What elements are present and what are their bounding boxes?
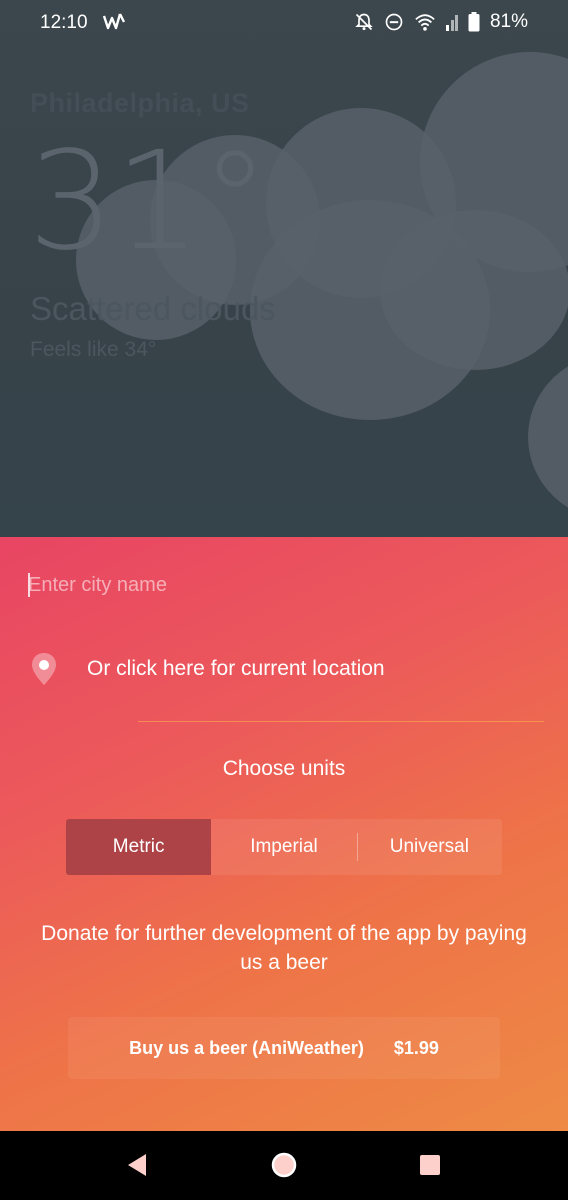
donate-text: Donate for further development of the ap…: [41, 922, 527, 974]
unit-imperial-button[interactable]: Imperial: [211, 819, 356, 875]
wifi-icon: [414, 12, 436, 32]
unit-universal-button[interactable]: Universal: [356, 819, 502, 875]
battery-percent: 81%: [489, 11, 528, 32]
back-icon[interactable]: [124, 1151, 150, 1184]
navigation-bar: [0, 1131, 568, 1200]
signal-icon: [445, 13, 458, 31]
temperature: 31°: [28, 123, 270, 281]
city-search-input[interactable]: [28, 567, 528, 603]
activity-icon: [102, 10, 126, 40]
status-bar: 12:10 81%: [0, 0, 568, 46]
location-pin-icon: [30, 651, 58, 692]
current-location-label: Or click here for current location: [87, 657, 385, 680]
units-title: Choose units: [222, 757, 346, 780]
buy-beer-label: Buy us a beer (AniWeather): [129, 1037, 364, 1058]
divider: [138, 721, 544, 722]
recents-icon[interactable]: [418, 1151, 442, 1184]
city-name: Philadelphia, US: [30, 88, 250, 118]
units-toggle: Metric Imperial Universal: [66, 819, 502, 875]
home-icon[interactable]: [270, 1151, 298, 1184]
cloud-shape: [380, 210, 568, 370]
settings-panel: Or click here for current location Choos…: [0, 537, 568, 1131]
text-cursor: [28, 573, 30, 597]
do-not-disturb-icon: [384, 12, 404, 32]
unit-metric-button[interactable]: Metric: [66, 819, 212, 875]
current-location-button[interactable]: Or click here for current location: [30, 647, 530, 691]
battery-icon: [468, 12, 480, 32]
weather-panel: Philadelphia, US 31° Scattered clouds Fe…: [0, 0, 568, 537]
status-icons: 81%: [354, 11, 528, 33]
status-time: 12:10: [40, 12, 88, 33]
notifications-off-icon: [354, 12, 374, 32]
feels-like: Feels like 34°: [30, 338, 157, 361]
weather-condition: Scattered clouds: [30, 290, 276, 327]
buy-beer-button[interactable]: Buy us a beer (AniWeather) $1.99: [68, 1017, 500, 1079]
buy-beer-price: $1.99: [393, 1037, 439, 1058]
cloud-shape: [528, 352, 568, 522]
